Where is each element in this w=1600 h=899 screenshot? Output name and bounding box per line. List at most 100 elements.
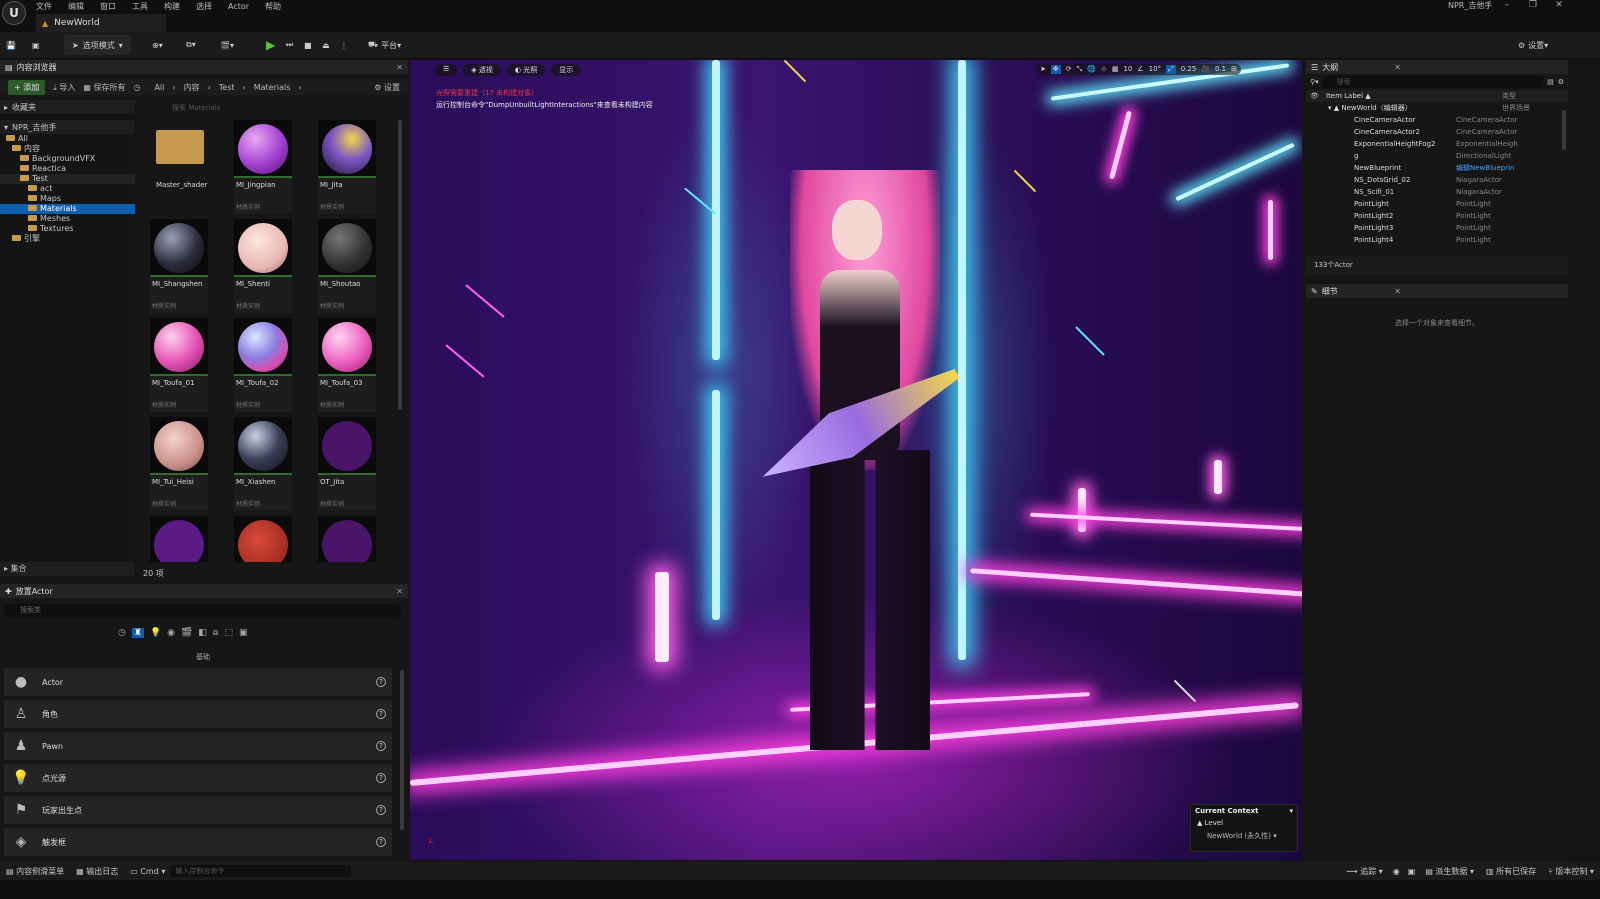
outliner-row[interactable]: PointLight PointLight: [1306, 198, 1568, 210]
tree-item-materials[interactable]: Materials: [0, 204, 135, 214]
browse-icon[interactable]: ▣: [32, 35, 40, 55]
menu-edit[interactable]: 编辑: [60, 1, 92, 12]
outliner-row[interactable]: PointLight4 PointLight: [1306, 234, 1568, 246]
class-search-input[interactable]: 搜索类: [4, 604, 402, 617]
tree-item-all[interactable]: All: [0, 134, 135, 144]
save-all-button[interactable]: ▦ 保存所有: [83, 82, 125, 93]
outliner-row[interactable]: NewBlueprint 编辑NewBlueprin: [1306, 162, 1568, 174]
place-item-pawn[interactable]: ♟ Pawn?: [4, 732, 392, 760]
scale-snap-icon[interactable]: ⤢: [1166, 65, 1176, 74]
select-mode-icon[interactable]: ➤: [1040, 65, 1046, 74]
shapes-icon[interactable]: ◉: [167, 628, 175, 638]
place-item-trigger-box[interactable]: ◈ 触发框?: [4, 828, 392, 856]
source-control-button[interactable]: ⑂ 版本控制 ▾: [1542, 866, 1600, 877]
menu-select[interactable]: 选择: [188, 1, 220, 12]
history-back-icon[interactable]: ◷: [133, 83, 140, 92]
column-type[interactable]: 类型: [1502, 90, 1516, 102]
maximize-viewport-icon[interactable]: ⊞: [1231, 65, 1237, 74]
blueprint-icon[interactable]: ⧉▾: [186, 35, 196, 55]
filter-icon[interactable]: ⚲▾: [1310, 78, 1319, 86]
asset-tile[interactable]: MI_Toufa_02 材质实例: [234, 318, 292, 412]
tree-item-backgroundvfx[interactable]: BackgroundVFX: [0, 154, 135, 164]
trace-button[interactable]: ⟿ 追踪 ▾: [1340, 866, 1389, 877]
document-tab[interactable]: ▲ NewWorld: [36, 14, 166, 32]
favorites-header[interactable]: ▸ 收藏夹: [0, 100, 135, 114]
menu-actor[interactable]: Actor: [220, 2, 257, 11]
eject-icon[interactable]: ⏏: [322, 35, 330, 55]
add-folder-icon[interactable]: ▤: [1547, 78, 1554, 86]
place-item-point-light[interactable]: 💡 点光源?: [4, 764, 392, 792]
derived-data-button[interactable]: ▤ 派生数据 ▾: [1419, 866, 1480, 877]
rotate-icon[interactable]: ⟳: [1066, 65, 1072, 74]
output-log-button[interactable]: ▦ 输出日志: [70, 866, 124, 877]
lighting-button[interactable]: ◐ 光照: [506, 64, 546, 76]
outliner-row[interactable]: CineCameraActor2 CineCameraActor: [1306, 126, 1568, 138]
crumb-test[interactable]: Test: [219, 83, 235, 92]
asset-tile[interactable]: [150, 516, 208, 562]
tree-item-act[interactable]: act: [0, 184, 135, 194]
translate-icon[interactable]: ✥: [1050, 65, 1061, 74]
gear-icon[interactable]: ⚙: [1558, 78, 1564, 86]
outliner-row-world[interactable]: ▾ ▲ NewWorld（编辑器） 世界场景: [1306, 102, 1568, 114]
asset-tile[interactable]: MI_Jita 材质实例: [318, 120, 376, 214]
recent-icon[interactable]: ◷: [118, 628, 126, 638]
show-button[interactable]: 显示: [551, 64, 582, 76]
cb-settings-button[interactable]: ⚙ 设置: [374, 82, 400, 93]
outliner-row[interactable]: ExponentialHeightFog2 ExponentialHeigh: [1306, 138, 1568, 150]
context-world-selector[interactable]: NewWorld (永久性) ▾: [1191, 829, 1297, 843]
cinematics-icon[interactable]: 🎬▾: [220, 35, 234, 55]
close-tab-icon[interactable]: ✕: [396, 587, 403, 596]
content-browser-tab[interactable]: ▤ 内容浏览器 ✕: [0, 60, 408, 74]
surface-snap-icon[interactable]: ⊹: [1101, 65, 1107, 74]
asset-tile[interactable]: Master_shader: [150, 120, 208, 214]
grid-snap-icon[interactable]: ▦: [1112, 65, 1119, 74]
asset-tile[interactable]: OT_Jita 材质实例: [318, 417, 376, 511]
place-actor-scrollbar[interactable]: [400, 670, 404, 830]
close-tab-icon[interactable]: ✕: [1394, 287, 1401, 296]
crumb-content[interactable]: 内容: [184, 82, 200, 93]
all-saved-button[interactable]: ▥ 所有已保存: [1480, 866, 1542, 877]
asset-tile[interactable]: [234, 516, 292, 562]
advance-frame-icon[interactable]: ⏭: [286, 35, 293, 55]
view-mode-button[interactable]: ◈ 透视: [463, 64, 501, 76]
geometry-icon[interactable]: ⧈: [213, 628, 219, 638]
outliner-row[interactable]: PointLight3 PointLight: [1306, 222, 1568, 234]
asset-tile[interactable]: MI_Jingpian 材质实例: [234, 120, 292, 214]
close-tab-icon[interactable]: ✕: [396, 63, 403, 72]
console-input[interactable]: 输入控制台命令: [171, 865, 352, 877]
scale-icon[interactable]: ⤡: [1077, 65, 1083, 74]
place-actor-tab[interactable]: ✚ 放置Actor ✕: [0, 584, 408, 598]
visual-effects-icon[interactable]: ◧: [198, 628, 207, 638]
place-item-actor[interactable]: ● Actor?: [4, 668, 392, 696]
help-icon[interactable]: ?: [376, 677, 386, 687]
asset-tile[interactable]: [318, 516, 376, 562]
menu-build[interactable]: 构建: [156, 1, 188, 12]
help-icon[interactable]: ?: [376, 773, 386, 783]
tree-item-maps[interactable]: Maps: [0, 194, 135, 204]
all-classes-icon[interactable]: ▣: [239, 628, 248, 638]
platform-button[interactable]: ⛟ 平台 ▾: [368, 35, 401, 55]
tree-item-textures[interactable]: Textures: [0, 224, 135, 234]
grid-snap-value[interactable]: 10: [1123, 65, 1132, 74]
close-tab-icon[interactable]: ✕: [1394, 63, 1401, 72]
asset-tile[interactable]: MI_Tui_Heisi 材质实例: [150, 417, 208, 511]
content-drawer-button[interactable]: ▤ 内容侧滑菜单: [0, 866, 70, 877]
collections-header[interactable]: ▸ 集合: [0, 562, 135, 576]
selection-mode-button[interactable]: ➤ 选项模式 ▾: [64, 35, 131, 55]
screenshot-icon[interactable]: ▣: [1404, 867, 1420, 876]
outliner-row[interactable]: CineCameraActor CineCameraActor: [1306, 114, 1568, 126]
context-header[interactable]: Current Context ▾: [1191, 805, 1297, 817]
minimize-icon[interactable]: –: [1494, 0, 1520, 12]
world-local-icon[interactable]: 🌐: [1087, 65, 1096, 74]
more-options-icon[interactable]: ⋮: [340, 35, 348, 55]
outliner-search-input[interactable]: 搜索: [1322, 76, 1544, 88]
menu-help[interactable]: 帮助: [257, 1, 289, 12]
cmd-selector[interactable]: ▭ Cmd ▾: [124, 867, 171, 876]
tree-item-engine[interactable]: 引擎: [0, 234, 135, 244]
place-item-player-start[interactable]: ⚑ 玩家出生点?: [4, 796, 392, 824]
project-root-header[interactable]: ▾ NPR_吉他手: [0, 120, 135, 134]
record-icon[interactable]: ◉: [1389, 867, 1404, 876]
outliner-row[interactable]: NS_Scifi_01 NiagaraActor: [1306, 186, 1568, 198]
asset-tile[interactable]: MI_Shangshen 材质实例: [150, 219, 208, 313]
level-viewport[interactable]: ☰ ◈ 透视 ◐ 光照 显示 ➤ ✥ ⟳ ⤡ 🌐 ⊹ ▦ 10 ∠ 10° ⤢ 0.2…: [410, 60, 1302, 860]
